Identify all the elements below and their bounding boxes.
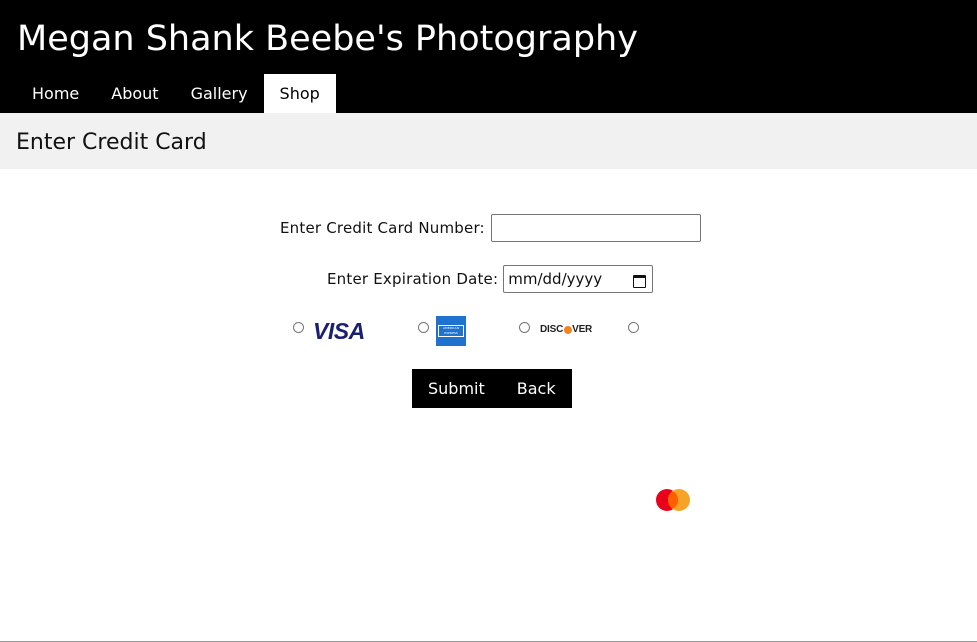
card-number-label: Enter Credit Card Number: (280, 219, 485, 237)
radio-amex[interactable] (418, 322, 429, 333)
expiration-date-input[interactable]: mm/dd/yyyy (503, 265, 654, 293)
site-title: Megan Shank Beebe's Photography (17, 19, 638, 59)
expiration-placeholder: mm/dd/yyyy (508, 270, 603, 288)
discover-logo-icon: DISC VER (540, 324, 593, 335)
nav-about[interactable]: About (95, 74, 174, 113)
radio-visa[interactable] (293, 322, 304, 333)
nav-shop[interactable]: Shop (263, 74, 336, 113)
submit-button[interactable]: Submit (412, 369, 501, 408)
radio-mastercard[interactable] (628, 322, 639, 333)
site-header: Megan Shank Beebe's Photography Home Abo… (0, 0, 977, 113)
back-button[interactable]: Back (500, 369, 572, 408)
page-title: Enter Credit Card (16, 130, 207, 155)
card-number-input[interactable] (490, 214, 701, 242)
radio-discover[interactable] (519, 322, 530, 333)
expiration-label: Enter Expiration Date: (327, 270, 499, 288)
visa-logo-icon: VISA (313, 318, 365, 344)
amex-logo-icon: AMERICAN EXPRESS (436, 316, 466, 346)
card-number-row: Enter Credit Card Number: (280, 214, 701, 242)
nav-gallery[interactable]: Gallery (175, 74, 264, 113)
form-actions: Submit Back (412, 369, 572, 408)
main-nav: Home About Gallery Shop (16, 74, 336, 113)
nav-home[interactable]: Home (16, 74, 95, 113)
expiration-row: Enter Expiration Date: mm/dd/yyyy (327, 265, 654, 293)
calendar-icon[interactable] (633, 273, 647, 288)
